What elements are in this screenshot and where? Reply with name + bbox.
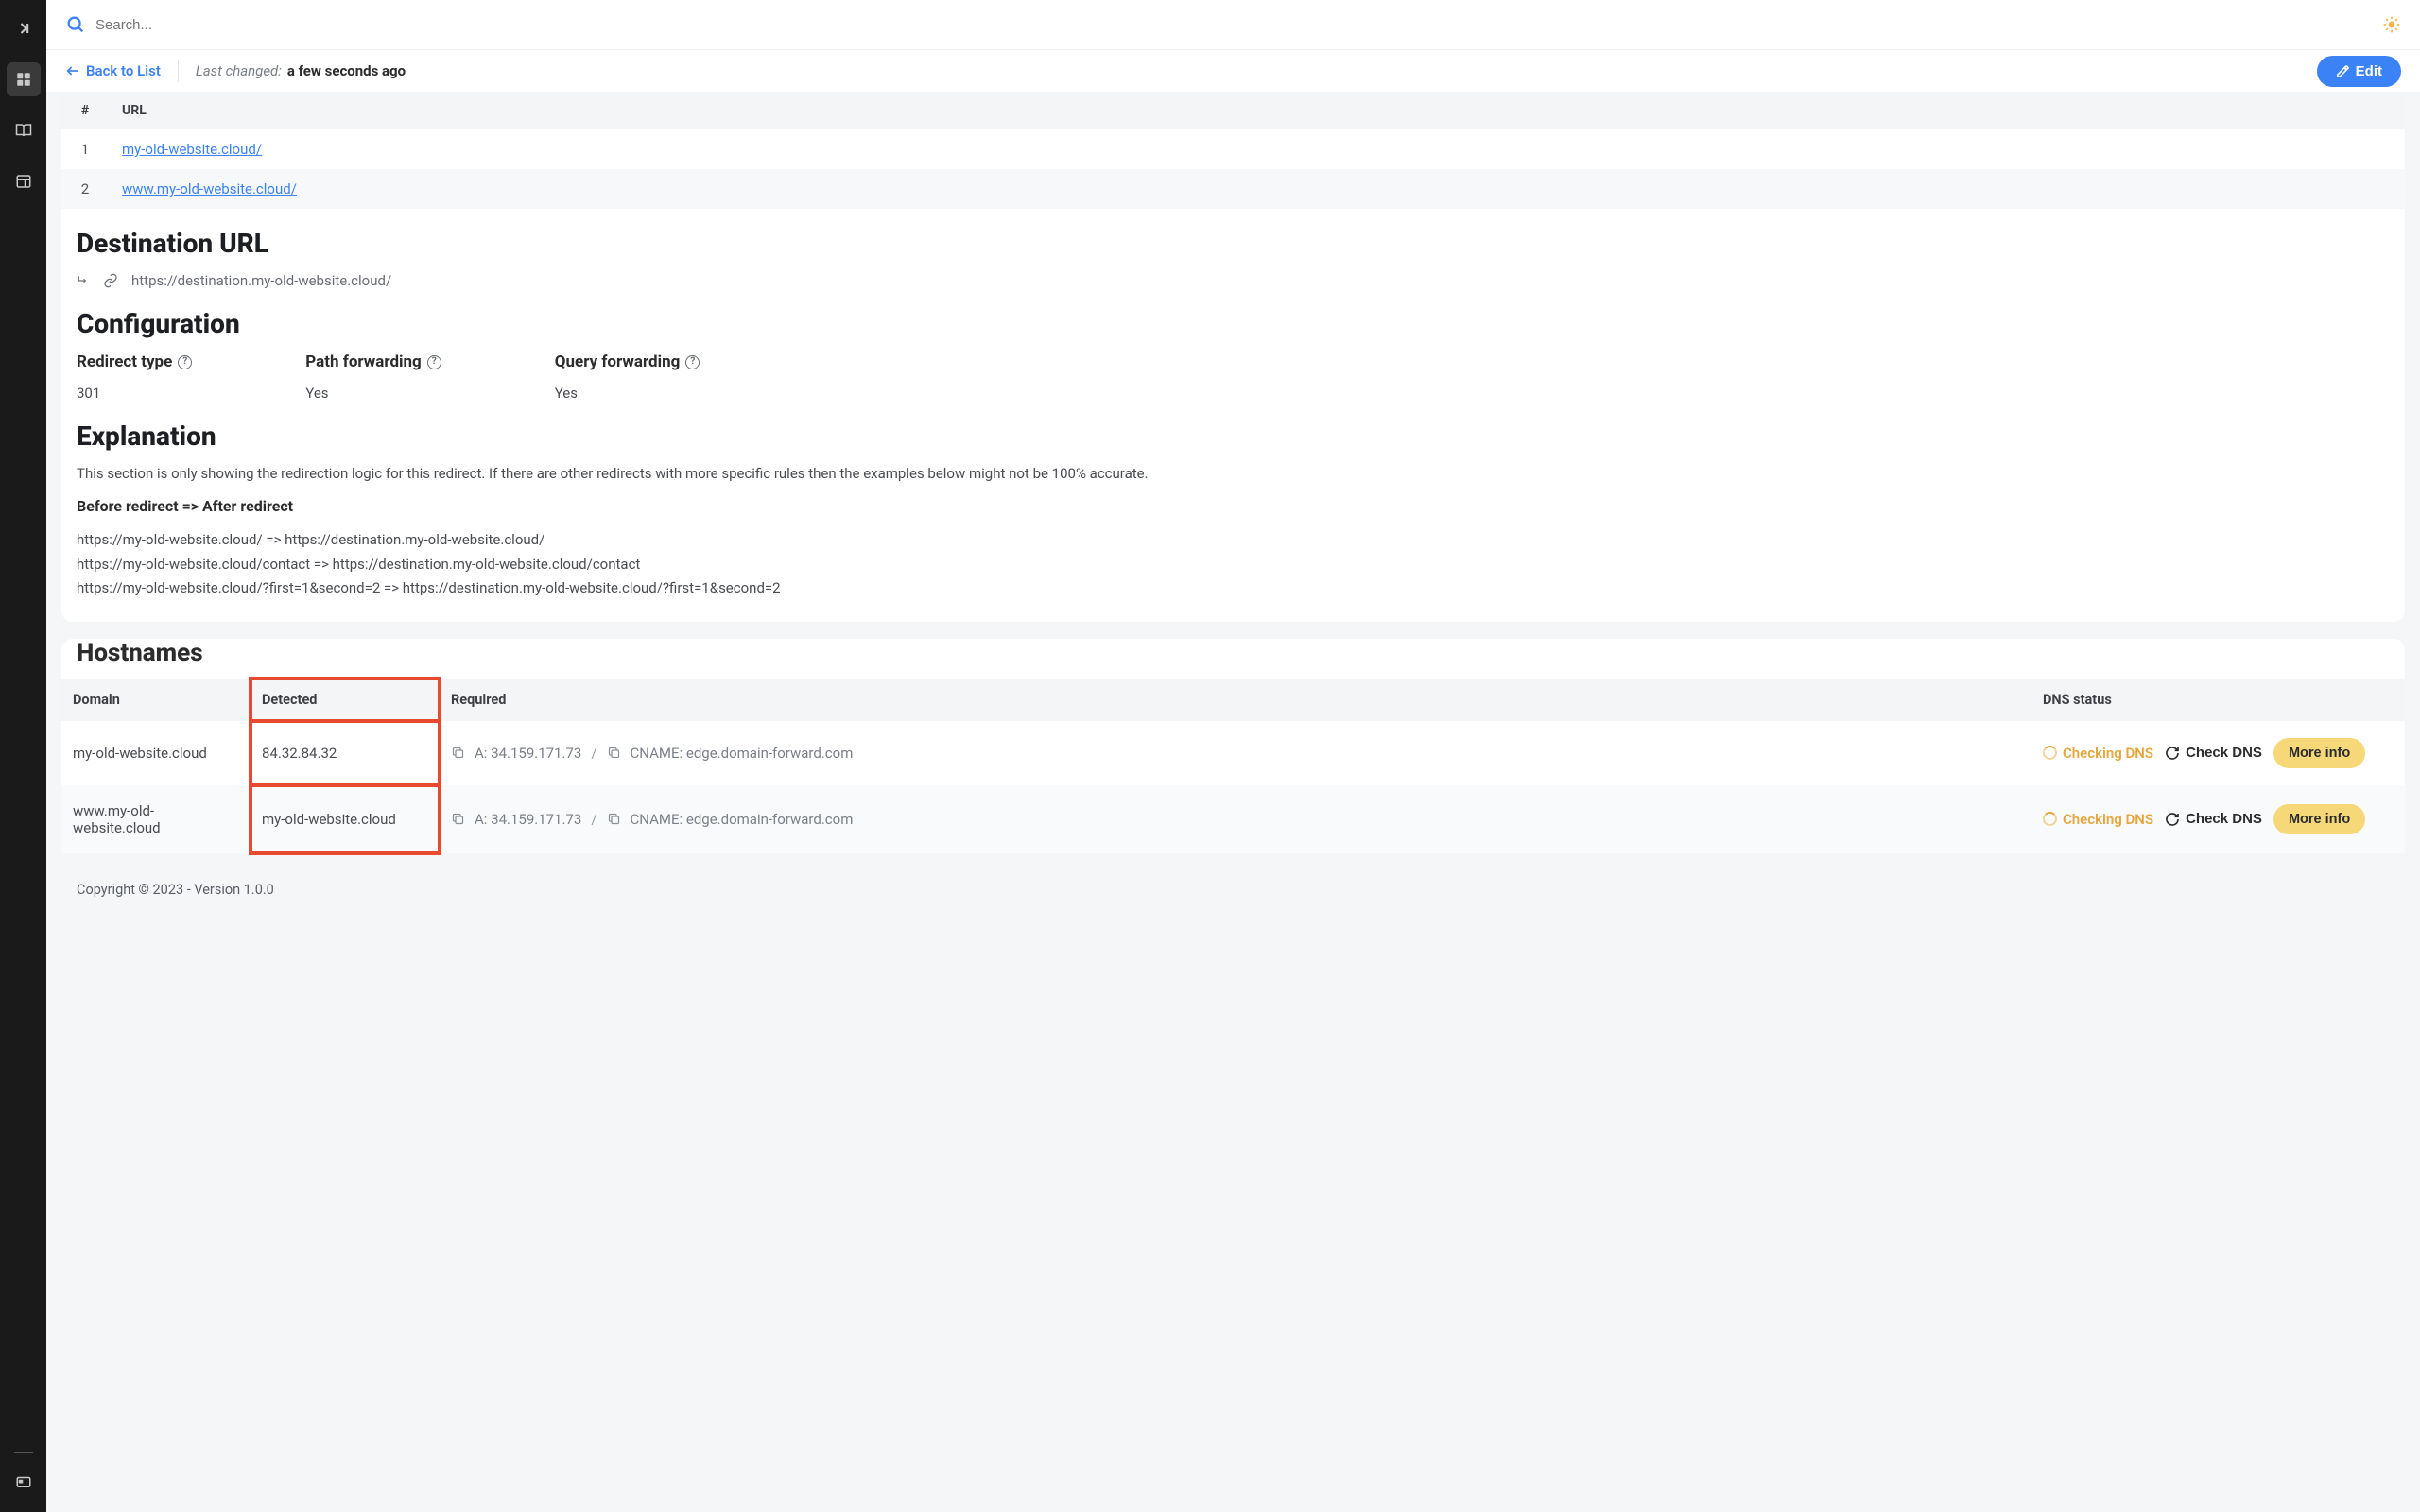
required-cname: CNAME: edge.domain-forward.com [631, 811, 854, 828]
col-required: Required [440, 679, 2031, 721]
check-dns-label: Check DNS [2186, 745, 2262, 761]
copy-icon[interactable] [451, 746, 465, 760]
table-row: my-old-website.cloud 84.32.84.32 A: 34.1… [61, 721, 2405, 785]
explanation-line: https://my-old-website.cloud/contact => … [77, 553, 2390, 577]
expand-sidebar-icon[interactable] [7, 11, 41, 45]
configuration-title: Configuration [77, 308, 2390, 339]
dns-status-text: Checking DNS [2063, 745, 2153, 762]
spinner-icon [2043, 746, 2057, 760]
table-row: 1 my-old-website.cloud/ [61, 129, 2405, 169]
required-separator: / [591, 811, 596, 828]
col-url: URL [109, 92, 2405, 129]
explanation-title: Explanation [77, 421, 2390, 452]
required-cname: CNAME: edge.domain-forward.com [631, 745, 854, 762]
table-row: www.my-old-website.cloud my-old-website.… [61, 785, 2405, 853]
col-index: # [61, 92, 109, 129]
return-arrow-icon [77, 274, 90, 287]
hostnames-title: Hostnames [77, 639, 2390, 667]
copy-icon[interactable] [451, 812, 465, 826]
explanation-line: https://my-old-website.cloud/?first=1&se… [77, 576, 2390, 601]
link-icon [103, 273, 118, 288]
breadcrumb-bar: Back to List Last changed: a few seconds… [46, 50, 2420, 92]
theme-toggle-icon[interactable] [2382, 15, 2401, 34]
hostname-domain: www.my-old-website.cloud [61, 785, 251, 853]
table-row: 2 www.my-old-website.cloud/ [61, 169, 2405, 209]
hostname-detected: 84.32.84.32 [251, 721, 440, 785]
edit-button[interactable]: Edit [2317, 56, 2401, 87]
destination-url: https://destination.my-old-website.cloud… [131, 272, 391, 289]
back-to-list-link[interactable]: Back to List [65, 62, 161, 79]
row-index: 2 [61, 169, 109, 209]
required-a: A: 34.159.171.73 [475, 811, 581, 828]
path-forwarding-label: Path forwarding [305, 352, 421, 371]
help-icon[interactable]: ? [685, 355, 700, 369]
search-input[interactable] [95, 17, 2382, 33]
edit-label: Edit [2356, 63, 2382, 79]
col-domain: Domain [61, 679, 251, 721]
redirect-type-value: 301 [77, 385, 192, 402]
destination-title: Destination URL [77, 228, 2390, 259]
last-changed-label: Last changed: [196, 62, 282, 79]
docs-icon[interactable] [7, 113, 41, 147]
dns-status-badge: Checking DNS [2043, 811, 2153, 828]
row-index: 1 [61, 129, 109, 169]
vertical-divider [178, 60, 179, 82]
dns-status-text: Checking DNS [2063, 811, 2153, 828]
hostname-detected: my-old-website.cloud [251, 785, 440, 853]
explanation-note: This section is only showing the redirec… [77, 465, 2390, 482]
layout-icon[interactable] [7, 164, 41, 198]
sidebar [0, 0, 46, 1512]
dashboard-icon[interactable] [7, 62, 41, 96]
check-dns-label: Check DNS [2186, 811, 2262, 827]
explanation-subheading: Before redirect => After redirect [77, 497, 2390, 515]
more-info-button[interactable]: More info [2273, 738, 2365, 768]
source-url-link[interactable]: www.my-old-website.cloud/ [122, 180, 297, 198]
last-changed-value: a few seconds ago [287, 62, 406, 79]
billing-icon[interactable] [7, 1465, 41, 1499]
help-icon[interactable]: ? [178, 355, 192, 369]
explanation-line: https://my-old-website.cloud/ => https:/… [77, 528, 2390, 553]
dns-status-badge: Checking DNS [2043, 745, 2153, 762]
query-forwarding-value: Yes [555, 385, 700, 402]
hostnames-table: Domain Detected Required DNS status my-o… [61, 679, 2405, 853]
check-dns-button[interactable]: Check DNS [2165, 811, 2262, 827]
path-forwarding-value: Yes [305, 385, 441, 402]
footer-copyright: Copyright © 2023 - Version 1.0.0 [61, 870, 2405, 913]
col-detected: Detected [251, 679, 440, 721]
sources-table: # URL 1 my-old-website.cloud/ 2 www.my-o… [61, 92, 2405, 209]
hostname-domain: my-old-website.cloud [61, 721, 251, 785]
help-icon[interactable]: ? [427, 355, 441, 369]
topbar [46, 0, 2420, 50]
col-dns-status: DNS status [2031, 679, 2405, 721]
required-a: A: 34.159.171.73 [475, 745, 581, 762]
spinner-icon [2043, 812, 2057, 826]
more-info-button[interactable]: More info [2273, 804, 2365, 834]
search-icon [65, 14, 86, 35]
required-separator: / [591, 745, 596, 762]
sidebar-divider [14, 1452, 33, 1453]
query-forwarding-label: Query forwarding [555, 352, 681, 371]
redirect-type-label: Redirect type [77, 352, 172, 371]
copy-icon[interactable] [607, 746, 621, 760]
check-dns-button[interactable]: Check DNS [2165, 745, 2262, 761]
source-url-link[interactable]: my-old-website.cloud/ [122, 141, 262, 158]
copy-icon[interactable] [607, 812, 621, 826]
back-label: Back to List [86, 62, 161, 79]
